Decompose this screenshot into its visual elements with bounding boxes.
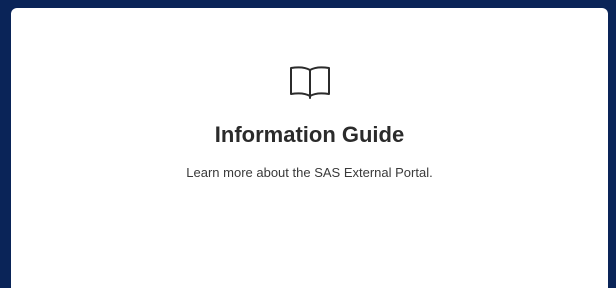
card-content: Information Guide Learn more about the S… [11,8,608,181]
information-guide-card[interactable]: Information Guide Learn more about the S… [11,8,608,288]
open-book-icon [288,64,332,100]
card-description: Learn more about the SAS External Portal… [186,165,433,180]
card-title: Information Guide [214,122,405,147]
